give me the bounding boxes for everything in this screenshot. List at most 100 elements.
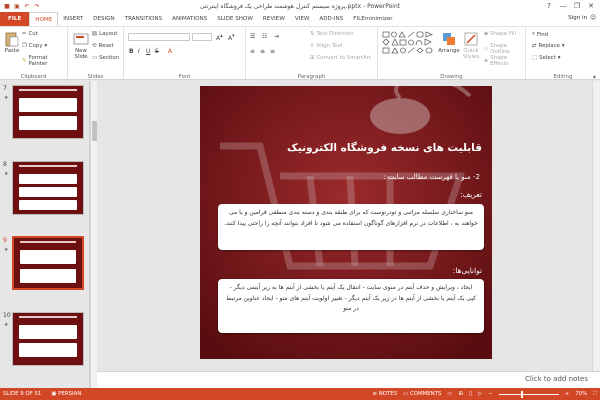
close-button[interactable]: ✕	[584, 0, 598, 12]
redo-icon[interactable]: ↷	[33, 2, 41, 10]
slide-thumbnail-selected[interactable]	[12, 236, 84, 290]
slide-thumbnail[interactable]	[12, 161, 84, 215]
reset-button[interactable]: ⟲ Reset	[92, 43, 114, 49]
tab-home[interactable]: HOME	[29, 12, 59, 26]
normal-view-icon[interactable]: ▭	[447, 391, 452, 397]
font-size-select[interactable]	[192, 33, 212, 41]
shape-outline-button[interactable]: ◇ Shape Outline	[484, 43, 525, 55]
sign-in[interactable]: Sign in ☺	[568, 15, 596, 21]
section-icon: ▭	[92, 55, 98, 61]
font-color-button[interactable]: A	[168, 48, 172, 55]
quick-access-toolbar: ■ ▣ ↶ ↷	[0, 2, 41, 10]
thumbnail-text-block	[20, 269, 76, 283]
notes-placeholder[interactable]: Click to add notes	[525, 375, 588, 383]
zoom-out-icon[interactable]: −	[488, 391, 493, 397]
quick-styles-button[interactable]: Quick Styles	[460, 31, 482, 60]
italic-button[interactable]: I	[138, 48, 140, 55]
thumbnail-title-bar	[19, 316, 77, 318]
slideshow-icon[interactable]: ▷	[478, 391, 482, 397]
capabilities-text-box[interactable]: ایجاد ، ویرایش و حذف آیتم در منوی سایت -…	[218, 279, 484, 333]
slide[interactable]: قابلیت های نسخه فروشگاه الکترونیک 2- منو…	[200, 86, 492, 359]
bullets-icon[interactable]: ☰	[250, 33, 255, 40]
thumbnail-text-block	[19, 116, 77, 130]
slide-thumbnail[interactable]	[12, 85, 84, 139]
collapse-ribbon-icon[interactable]: ▴	[593, 73, 596, 80]
save-icon[interactable]: ▣	[13, 2, 21, 10]
text-direction-button[interactable]: ⇅ Text Direction	[310, 31, 354, 37]
tab-view[interactable]: VIEW	[290, 12, 315, 26]
vertical-scrollbar[interactable]	[592, 81, 600, 371]
arrange-button[interactable]: Arrange	[438, 31, 460, 54]
strikethrough-button[interactable]: S	[155, 48, 159, 55]
zoom-level[interactable]: 70%	[575, 391, 587, 397]
underline-button[interactable]: U	[146, 48, 150, 55]
zoom-slider[interactable]	[498, 390, 559, 398]
tab-animations[interactable]: ANIMATIONS	[167, 12, 212, 26]
text-direction-icon: ⇅	[310, 31, 315, 37]
zoom-in-icon[interactable]: +	[565, 391, 570, 397]
replace-button[interactable]: ⇄ Replace ▾	[532, 43, 565, 49]
shapes-gallery[interactable]	[382, 31, 434, 61]
tab-fileminimizer[interactable]: FILEminimizer	[348, 12, 397, 26]
shape-effects-button[interactable]: ◈ Shape Effects	[484, 55, 525, 67]
slide-sorter-icon[interactable]: ⊞	[459, 391, 464, 397]
shape-outline-icon: ◇	[484, 46, 489, 52]
tab-transitions[interactable]: TRANSITIONS	[120, 12, 168, 26]
align-right-icon[interactable]: ≡	[270, 48, 275, 55]
tab-add-ins[interactable]: ADD-INS	[314, 12, 348, 26]
thumbnail-number: 9	[3, 237, 7, 244]
layout-button[interactable]: ▤ Layout	[92, 31, 117, 37]
restore-button[interactable]: ❐	[570, 0, 584, 12]
tab-file[interactable]: FILE	[0, 12, 30, 26]
comment-icon: ▭	[403, 391, 410, 397]
shrink-font-icon[interactable]: A▾	[228, 33, 235, 42]
indent-icon[interactable]: ⇥	[274, 33, 279, 40]
select-button[interactable]: ⬚ Select ▾	[532, 55, 560, 61]
comments-button[interactable]: ▭ COMMENTS	[403, 391, 441, 397]
find-button[interactable]: ⌕ Find	[532, 31, 548, 38]
clipboard-group: Paste ✂ Cut ❐ Copy ▾ ✎ Format Painter Clipbo…	[0, 27, 68, 81]
cut-button[interactable]: ✂ Cut	[22, 31, 38, 37]
minimize-button[interactable]: —	[556, 0, 570, 12]
tab-slide-show[interactable]: SLIDE SHOW	[212, 12, 258, 26]
numbering-icon[interactable]: ☷	[262, 33, 267, 40]
definition-text-box[interactable]: منو ساختاری سلسله مراتبی و تودرتوست که ب…	[218, 204, 484, 250]
definition-heading: تعریف:	[460, 190, 482, 199]
align-center-icon[interactable]: ≡	[260, 48, 265, 55]
new-slide-button[interactable]: New Slide	[70, 31, 92, 60]
arrange-label: Arrange	[438, 48, 460, 54]
slide-counter: SLIDE 9 OF 51	[3, 391, 42, 397]
copy-button[interactable]: ❐ Copy ▾	[22, 43, 47, 49]
paste-label: Paste	[4, 48, 20, 54]
notes-pane[interactable]: Click to add notes	[97, 371, 600, 388]
help-button[interactable]: ?	[542, 0, 556, 12]
align-left-icon[interactable]: ≡	[250, 48, 255, 55]
reading-view-icon[interactable]: ▯	[469, 391, 472, 397]
notes-label: NOTES	[378, 391, 398, 397]
capabilities-heading: توانایی‌ها:	[452, 266, 482, 275]
tab-review[interactable]: REVIEW	[258, 12, 290, 26]
tab-design[interactable]: DESIGN	[88, 12, 120, 26]
paste-button[interactable]: Paste	[2, 31, 22, 54]
shape-effects-label: Shape Effects	[490, 55, 509, 67]
convert-smartart-button[interactable]: ⊞ Convert to SmartArt	[310, 55, 371, 61]
thumbnail-scrollbar[interactable]	[90, 81, 97, 388]
undo-icon[interactable]: ↶	[23, 2, 31, 10]
format-painter-button[interactable]: ✎ Format Painter	[22, 55, 67, 67]
font-group: A▴ A▾ B I U S A Font	[124, 27, 246, 81]
section-button[interactable]: ▭ Section	[92, 55, 119, 61]
align-text-button[interactable]: ⇳ Align Text	[310, 43, 343, 49]
sign-in-label[interactable]: Sign in	[568, 15, 587, 21]
chevron-down-icon: ▾	[557, 55, 561, 61]
notes-button[interactable]: ≡ NOTES	[373, 391, 398, 397]
fit-slide-icon[interactable]: ⛶	[593, 391, 597, 398]
editing-group: ⌕ Find ⇄ Replace ▾ ⬚ Select ▾ Editing ▴	[526, 27, 600, 81]
language-indicator[interactable]: ▣ PERSIAN	[51, 391, 81, 397]
tab-insert[interactable]: INSERT	[58, 12, 88, 26]
slides-group: New Slide ▤ Layout ⟲ Reset ▭ Section Slides	[68, 27, 124, 81]
font-name-select[interactable]	[128, 33, 190, 41]
bold-button[interactable]: B	[129, 48, 134, 55]
grow-font-icon[interactable]: A▴	[216, 33, 223, 42]
shape-fill-button[interactable]: ◆ Shape Fill	[484, 31, 516, 37]
slide-thumbnail[interactable]	[12, 312, 84, 366]
